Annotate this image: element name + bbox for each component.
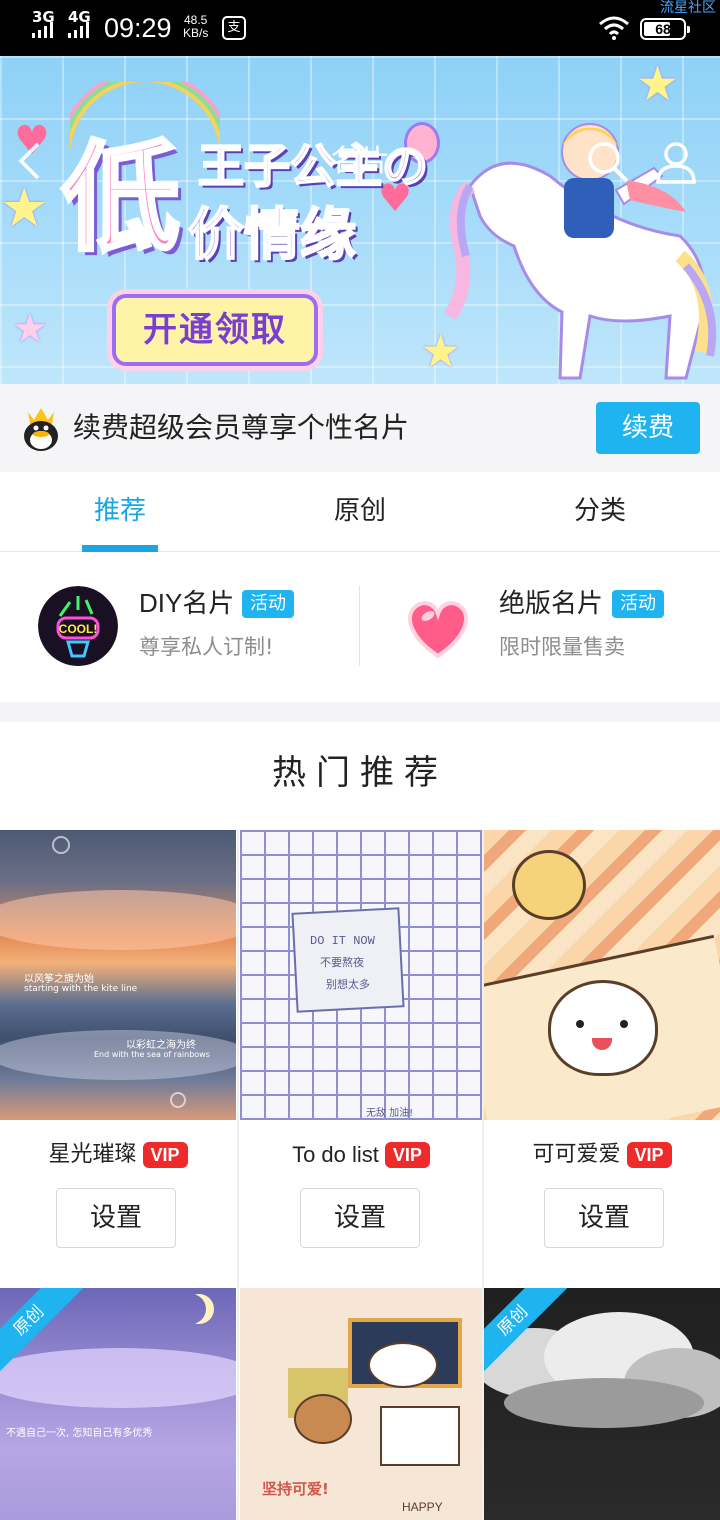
tab-active-indicator [82, 545, 158, 552]
user-icon[interactable] [654, 140, 698, 184]
tab-recommend[interactable]: 推荐 [40, 472, 200, 552]
card-image-text: 别想太多 [326, 978, 370, 991]
promo-banner[interactable]: ★ ★ ★ ★ ♥ ♥ 王子公主の 低 价情缘 开通领取 名片 [0, 56, 720, 384]
card-image-text: starting with the kite line [24, 984, 138, 994]
star-decoration: ★ [0, 176, 49, 239]
tab-label: 原创 [333, 496, 386, 526]
card-name-row: 可可爱爱 VIP [484, 1138, 720, 1172]
watermark: 流星社区 [660, 0, 716, 16]
card-image-text: 以彩虹之海为终 [126, 1040, 196, 1051]
feature-subtitle: 限时限量售卖 [499, 635, 625, 659]
card-item[interactable]: 以风筝之旗为始 starting with the kite line 以彩虹之… [0, 830, 236, 1288]
vip-badge: VIP [384, 1142, 430, 1168]
alipay-icon: 支 [222, 16, 246, 40]
battery-icon: 68 [640, 18, 690, 40]
activity-badge: 活动 [242, 590, 294, 618]
card-image-text: 无敌 加油! [366, 1108, 414, 1119]
wifi-icon [599, 16, 629, 40]
card-name-row: 星光璀璨 VIP [0, 1138, 236, 1172]
search-icon[interactable] [586, 140, 630, 184]
section-gap [0, 702, 720, 722]
vip-renew-bar: 续费超级会员尊享个性名片 续费 [0, 384, 720, 472]
heart-icon [408, 601, 468, 659]
card-name: 星光璀璨 [48, 1142, 137, 1167]
qq-penguin-icon [24, 408, 58, 451]
card-item[interactable]: 不遇自己一次, 怎知自己有多优秀 原创 [0, 1288, 236, 1520]
signal-icon [68, 22, 89, 38]
set-button[interactable]: 设置 [56, 1188, 176, 1248]
star-decoration: ★ [636, 56, 680, 112]
card-item[interactable]: 坚持可爱! HAPPY [240, 1288, 482, 1520]
feature-row: COOL! DIY名片 活动 尊享私人订制! 绝版名片 活动 限时限量售卖 [0, 552, 720, 702]
card-image-text: 以风筝之旗为始 [24, 974, 94, 985]
tab-label: 分类 [573, 496, 626, 526]
network-speed: 48.5 KB/s [183, 14, 208, 40]
card-thumbnail[interactable]: DO IT NOW 不要熬夜 别想太多 无敌 加油! [240, 830, 482, 1120]
clock: 09:29 [104, 13, 172, 43]
set-button[interactable]: 设置 [544, 1188, 664, 1248]
renew-button[interactable]: 续费 [596, 402, 700, 454]
tab-label: 推荐 [93, 496, 146, 526]
feature-title: DIY名片 [139, 588, 235, 618]
vip-badge: VIP [142, 1142, 188, 1168]
card-item[interactable]: 原创 [484, 1288, 720, 1520]
card-image-text: 不遇自己一次, 怎知自己有多优秀 [6, 1428, 153, 1439]
card-name: To do list [292, 1142, 379, 1167]
battery-percent: 68 [655, 21, 671, 37]
vip-renew-text: 续费超级会员尊享个性名片 [73, 411, 410, 444]
star-decoration: ★ [12, 306, 48, 352]
section-title: 热门推荐 [272, 753, 448, 793]
card-thumbnail[interactable]: 坚持可爱! HAPPY [240, 1288, 482, 1520]
card-item[interactable]: 可可爱爱 VIP 设置 [484, 830, 720, 1288]
vip-badge: VIP [626, 1142, 672, 1168]
card-image-text: End with the sea of rainbows [94, 1050, 210, 1059]
card-image-text: 坚持可爱! [262, 1480, 329, 1498]
card-name: 可可爱爱 [532, 1142, 621, 1167]
signal-icon [32, 22, 53, 38]
divider [359, 586, 360, 666]
card-image-text: HAPPY [402, 1500, 443, 1514]
category-tabs: 推荐 原创 分类 [0, 472, 720, 552]
column-divider [237, 830, 239, 1520]
feature-subtitle: 尊享私人订制! [139, 635, 274, 659]
diy-icon-text: COOL! [59, 622, 98, 636]
banner-headline-bottom: 价情缘 [187, 203, 357, 268]
card-image-text: DO IT NOW [310, 934, 375, 948]
card-thumbnail[interactable] [484, 830, 720, 1120]
card-image-text: 不要熬夜 [320, 956, 364, 969]
card-item[interactable]: DO IT NOW 不要熬夜 别想太多 无敌 加油! To do list VI… [240, 830, 482, 1288]
set-button[interactable]: 设置 [300, 1188, 420, 1248]
diy-card-icon: COOL! [38, 586, 118, 666]
tab-original[interactable]: 原创 [280, 472, 440, 552]
status-bar: 3G 4G 09:29 48.5 KB/s 支 68 流星社区 [0, 0, 720, 56]
feature-title: 绝版名片 [499, 588, 604, 618]
network-speed-unit: KB/s [183, 26, 209, 40]
card-name-row: To do list VIP [240, 1138, 482, 1172]
activity-badge: 活动 [612, 590, 664, 618]
tab-category[interactable]: 分类 [520, 472, 680, 552]
card-thumbnail[interactable]: 以风筝之旗为始 starting with the kite line 以彩虹之… [0, 830, 236, 1120]
banner-cta-button[interactable]: 开通领取 [112, 294, 318, 366]
